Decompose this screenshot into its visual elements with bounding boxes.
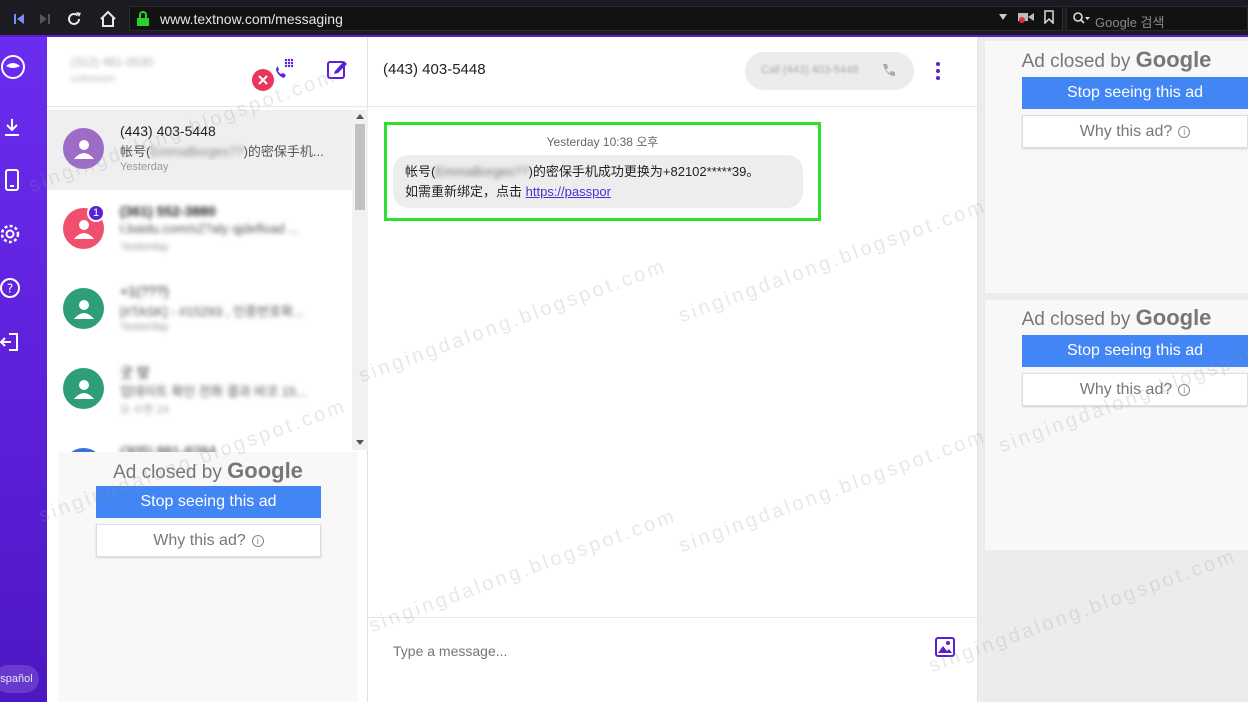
left-rail: ? spañol	[0, 37, 47, 702]
browser-toolbar: www.textnow.com/messaging Google 검색	[0, 0, 1248, 37]
search-box[interactable]: Google 검색	[1066, 6, 1248, 31]
avatar	[63, 368, 104, 409]
image-attach-icon[interactable]	[935, 637, 955, 657]
stop-seeing-ad-button[interactable]: Stop seeing this ad	[1022, 335, 1248, 367]
thread-preview: 업데이트 확인 전화 결과 바코 15...	[120, 384, 307, 399]
compose-icon[interactable]	[324, 56, 350, 82]
phone-icon	[883, 64, 895, 76]
phone-device-icon[interactable]	[0, 168, 24, 192]
ad-slot-left: Ad closed by Google Stop seeing this ad …	[58, 452, 358, 702]
skip-forward-icon[interactable]	[34, 8, 56, 30]
message-bubble: 帐号(EmmaBorges??)的密保手机成功更换为+82102*****39。…	[393, 155, 803, 208]
svg-text:?: ?	[7, 282, 13, 296]
person-icon	[73, 299, 94, 319]
thread-item[interactable]: (443) 403-5448 帐号(EmmaBorges??)的密保手机... …	[47, 110, 352, 190]
stop-seeing-ad-button[interactable]: Stop seeing this ad	[96, 486, 321, 518]
thread-item[interactable]: 굿 맞 업데이트 확인 전화 결과 바코 15... 오 수한 14	[47, 350, 352, 430]
person-icon	[73, 379, 94, 399]
thread-preview: [#TASK] - #15293 , 인증번호확...	[120, 304, 304, 319]
thread-time: 오 수한 14	[120, 404, 169, 416]
message-composer	[368, 617, 978, 702]
video-camera-icon[interactable]	[1018, 11, 1034, 23]
more-options-icon[interactable]	[934, 61, 942, 81]
conversation-number: (443) 403-5448	[383, 61, 486, 78]
conversation-panel: (443) 403-5448 Call (443) 403-5448 Yeste…	[368, 37, 978, 702]
thread-name: (361) 552-3880	[120, 203, 216, 219]
avatar	[63, 288, 104, 329]
highlighted-message: Yesterday 10:38 오후 帐号(EmmaBorges??)的密保手机…	[384, 122, 821, 221]
thread-time: Yesterday	[120, 321, 169, 333]
why-this-ad-button[interactable]: Why this ad? i	[1022, 373, 1248, 406]
call-button[interactable]: Call (443) 403-5448	[745, 52, 914, 90]
address-bar[interactable]: www.textnow.com/messaging	[129, 6, 1063, 31]
scroll-down-icon[interactable]	[356, 440, 364, 445]
settings-gear-icon[interactable]	[0, 222, 22, 246]
list-header: (312) 481-0030 unknown	[47, 37, 368, 107]
lock-icon	[137, 11, 149, 26]
first-page-icon[interactable]	[8, 8, 30, 30]
reload-icon[interactable]	[63, 8, 85, 30]
thread-scrollbar[interactable]	[352, 110, 368, 450]
why-this-ad-button[interactable]: Why this ad? i	[96, 524, 321, 557]
conversation-list-panel: (312) 481-0030 unknown (443) 403-5448 帐号…	[47, 37, 368, 702]
ad-closed-title: Ad closed by Google	[1021, 305, 1212, 330]
search-icon	[1073, 12, 1090, 24]
stop-seeing-ad-button[interactable]: Stop seeing this ad	[1022, 77, 1248, 109]
message-timestamp: Yesterday 10:38 오후	[546, 135, 659, 149]
home-icon[interactable]	[97, 8, 119, 30]
search-placeholder: Google 검색	[1095, 15, 1165, 30]
info-icon: i	[1178, 125, 1191, 138]
thread-item[interactable]: 1 (361) 552-3880 t.baidu.com/s2?aly qjde…	[47, 190, 352, 270]
avatar	[63, 128, 104, 169]
thread-item[interactable]: +1(???) [#TASK] - #15293 , 인증번호확... Yest…	[47, 270, 352, 350]
message-line-2: 如需重新绑定，点击 https://passpor	[405, 184, 611, 199]
help-icon[interactable]: ?	[0, 276, 22, 300]
why-this-ad-button[interactable]: Why this ad? i	[1022, 115, 1248, 148]
thread-name: +1(???)	[120, 283, 169, 299]
thread-name: (443) 403-5448	[120, 123, 216, 139]
thread-time: Yesterday	[120, 161, 169, 173]
person-icon	[73, 139, 94, 159]
message-line-1: 帐号(EmmaBorges??)的密保手机成功更换为+82102*****39。	[405, 164, 760, 179]
my-name: unknown	[71, 73, 116, 85]
ad-slot-right-bottom: Ad closed by Google Stop seeing this ad …	[985, 300, 1248, 550]
download-icon[interactable]	[0, 115, 24, 139]
thread-name: 굿 맞	[120, 365, 150, 381]
logout-icon[interactable]	[0, 330, 22, 354]
thread-list: (443) 403-5448 帐号(EmmaBorges??)的密保手机... …	[47, 110, 352, 485]
ad-closed-title: Ad closed by Google	[1021, 47, 1212, 72]
language-switch[interactable]: spañol	[0, 665, 39, 693]
ad-closed-title: Ad closed by Google	[113, 458, 303, 483]
dialpad-icon[interactable]	[271, 55, 297, 81]
unread-badge: 1	[87, 204, 105, 222]
call-label: Call (443) 403-5448	[761, 64, 859, 76]
scroll-thumb[interactable]	[355, 124, 365, 210]
thread-preview: 帐号(EmmaBorges??)的密保手机...	[120, 144, 324, 159]
dropdown-arrow-icon[interactable]	[998, 12, 1008, 22]
bookmark-icon[interactable]	[1044, 10, 1054, 24]
ad-slot-right-top: Ad closed by Google Stop seeing this ad …	[985, 41, 1248, 293]
my-phone-number: (312) 481-0030	[71, 55, 154, 69]
message-input[interactable]	[393, 640, 893, 662]
message-link[interactable]: https://passpor	[526, 184, 611, 199]
info-icon: i	[251, 534, 264, 547]
thread-time: Yesterday	[120, 241, 169, 253]
url-text: www.textnow.com/messaging	[160, 11, 343, 27]
conversation-header: (443) 403-5448 Call (443) 403-5448	[368, 37, 978, 107]
thread-preview: t.baidu.com/s2?aly qjdefload ...	[120, 221, 300, 236]
info-icon: i	[1178, 383, 1191, 396]
right-ad-column: Ad closed by Google Stop seeing this ad …	[978, 37, 1248, 702]
textnow-logo-icon[interactable]	[0, 54, 26, 80]
scroll-up-icon[interactable]	[356, 114, 364, 119]
